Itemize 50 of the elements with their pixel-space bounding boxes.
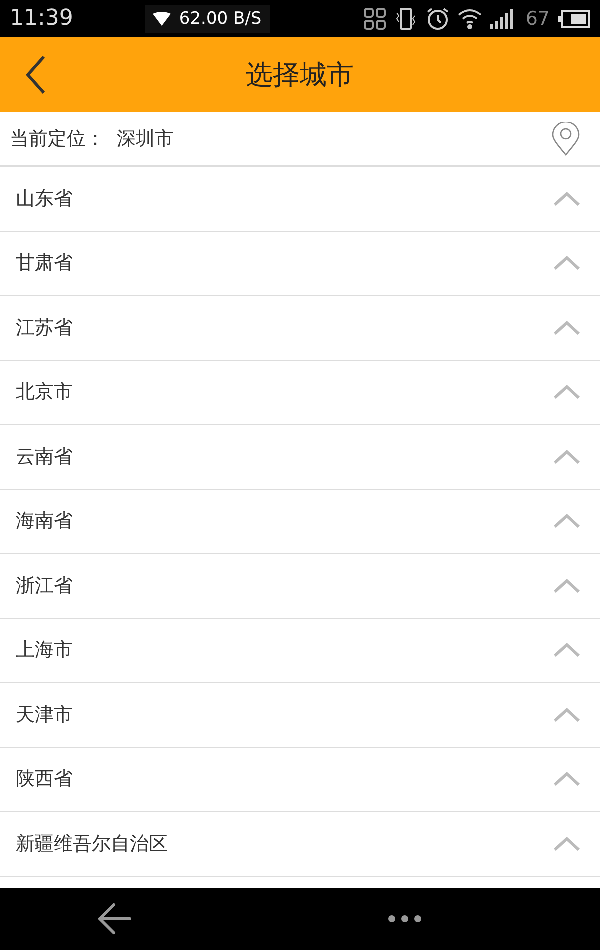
province-item[interactable]: 天津市: [0, 683, 600, 748]
location-pin-icon[interactable]: [552, 122, 580, 156]
page-title: 选择城市: [246, 58, 354, 92]
province-item[interactable]: 新疆维吾尔自治区: [0, 812, 600, 876]
province-name: 天津市: [16, 702, 73, 728]
province-name: 陕西省: [16, 767, 73, 792]
province-item[interactable]: 北京市: [0, 360, 600, 425]
location-city: 深圳市: [117, 126, 174, 152]
province-item[interactable]: 山东省: [0, 167, 600, 232]
province-item[interactable]: 江苏省: [0, 296, 600, 360]
nav-back-button[interactable]: [98, 903, 132, 935]
wifi-icon: [153, 12, 172, 26]
chevron-up-icon: [554, 256, 580, 270]
status-time: 11:39: [10, 6, 74, 31]
network-speed: 62.00 B/S: [179, 8, 262, 28]
chevron-up-icon: [554, 708, 580, 722]
province-name: 云南省: [16, 444, 73, 470]
chevron-up-icon: [554, 192, 580, 206]
province-item[interactable]: 甘肃省: [0, 232, 600, 296]
location-label: 当前定位：: [10, 126, 105, 152]
alarm-icon: [426, 6, 450, 30]
grid-icon: [364, 8, 386, 30]
back-arrow-icon: [98, 903, 132, 935]
chevron-up-icon: [554, 772, 580, 786]
province-name: 甘肃省: [16, 251, 73, 276]
chevron-up-icon: [554, 643, 580, 658]
chevron-up-icon: [554, 385, 580, 400]
province-name: 浙江省: [16, 574, 73, 599]
more-button[interactable]: [388, 915, 422, 923]
province-item[interactable]: 上海市: [0, 618, 600, 683]
province-item[interactable]: 云南省: [0, 425, 600, 490]
chevron-up-icon: [554, 450, 580, 464]
province-name: 北京市: [16, 380, 73, 406]
province-name: 上海市: [16, 638, 73, 664]
province-name: 山东省: [16, 186, 73, 212]
wifi-signal-icon: [458, 8, 482, 28]
province-item[interactable]: 陕西省: [0, 748, 600, 812]
chevron-up-icon: [554, 514, 580, 528]
chevron-up-icon: [554, 578, 580, 593]
province-name: 江苏省: [16, 316, 73, 341]
chevron-up-icon: [554, 836, 580, 851]
chevron-up-icon: [554, 320, 580, 335]
province-name: 新疆维吾尔自治区: [16, 832, 168, 857]
province-item[interactable]: 浙江省: [0, 554, 600, 618]
province-name: 海南省: [16, 509, 73, 534]
more-icon: [388, 915, 422, 923]
battery-icon: [558, 10, 590, 28]
province-item[interactable]: 海南省: [0, 490, 600, 554]
vibrate-icon: [394, 6, 418, 30]
battery-level: 67: [526, 8, 550, 30]
